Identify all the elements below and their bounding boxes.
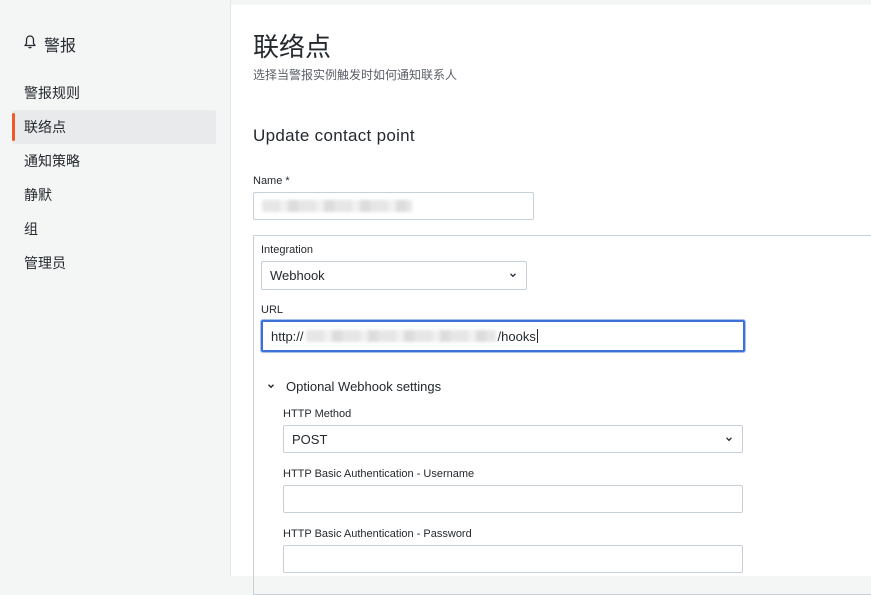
url-prefix: http:// xyxy=(271,328,304,344)
integration-label: Integration xyxy=(261,244,313,256)
sidebar-title: 警报 xyxy=(44,38,77,55)
optional-settings-label: Optional Webhook settings xyxy=(286,379,442,394)
text-cursor xyxy=(536,329,538,343)
sidebar-item-label: 警报规则 xyxy=(24,85,80,101)
sidebar-item-silences[interactable]: 静默 xyxy=(12,178,216,212)
name-label: Name * xyxy=(253,175,290,187)
sidebar-item-label: 联络点 xyxy=(24,119,66,135)
basic-auth-username-input[interactable] xyxy=(283,485,743,513)
page-subtitle: 选择当警报实例触发时如何通知联系人 xyxy=(253,68,458,82)
sidebar-item-label: 静默 xyxy=(24,187,52,203)
sidebar-item-groups[interactable]: 组 xyxy=(12,212,216,246)
redacted-url xyxy=(305,330,496,342)
optional-settings-toggle[interactable]: Optional Webhook settings xyxy=(266,379,441,394)
chevron-down-icon xyxy=(508,268,518,283)
basic-auth-password-label: HTTP Basic Authentication - Password xyxy=(283,528,472,540)
name-input[interactable] xyxy=(253,192,534,220)
sidebar-item-label: 管理员 xyxy=(24,255,66,271)
form-title: Update contact point xyxy=(253,126,415,145)
main-content: 联络点 选择当警报实例触发时如何通知联系人 Update contact poi… xyxy=(231,5,871,595)
sidebar-item-contact-points[interactable]: 联络点 xyxy=(12,110,216,144)
page-title: 联络点 xyxy=(253,32,332,62)
chevron-down-icon xyxy=(724,432,734,447)
url-input[interactable]: http:// /hooks xyxy=(261,320,745,352)
sidebar-item-label: 组 xyxy=(24,221,38,237)
sidebar-item-notification-policies[interactable]: 通知策略 xyxy=(12,144,216,178)
http-method-select[interactable]: POST xyxy=(283,425,743,453)
basic-auth-password-input[interactable] xyxy=(283,545,743,573)
integration-value: Webhook xyxy=(270,268,325,283)
chevron-down-icon xyxy=(266,379,276,394)
url-label: URL xyxy=(261,304,284,316)
sidebar: 警报 警报规则 联络点 通知策略 静默 组 管理员 xyxy=(0,0,230,576)
sidebar-item-label: 通知策略 xyxy=(24,153,80,169)
integration-select[interactable]: Webhook xyxy=(261,261,527,290)
sidebar-nav: 警报规则 联络点 通知策略 静默 组 管理员 xyxy=(12,76,216,280)
sidebar-header: 警报 xyxy=(24,32,76,56)
bell-icon xyxy=(24,34,36,54)
http-method-label: HTTP Method xyxy=(283,408,352,420)
sidebar-item-alert-rules[interactable]: 警报规则 xyxy=(12,76,216,110)
redacted-name xyxy=(262,200,412,212)
http-method-value: POST xyxy=(292,431,328,447)
sidebar-item-admin[interactable]: 管理员 xyxy=(12,246,216,280)
integration-panel: Integration Webhook URL http:// /hooks O… xyxy=(253,235,871,595)
url-suffix: /hooks xyxy=(497,328,536,344)
basic-auth-username-label: HTTP Basic Authentication - Username xyxy=(283,468,475,480)
